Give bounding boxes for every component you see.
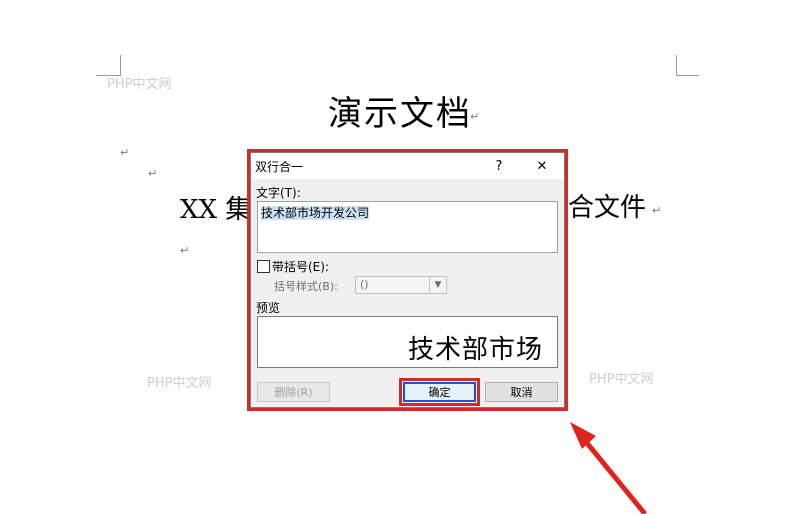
annotation-arrow-shaft bbox=[576, 430, 647, 514]
annotation-arrow-head bbox=[570, 422, 596, 449]
annotation-arrow bbox=[570, 422, 647, 514]
